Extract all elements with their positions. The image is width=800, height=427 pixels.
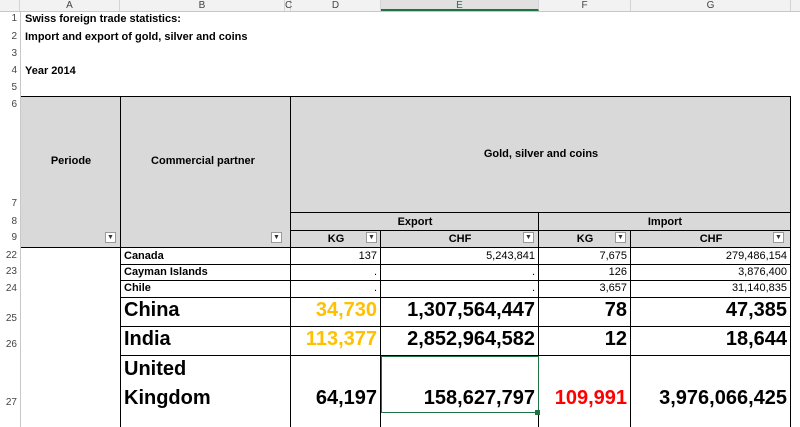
filter-dropdown-icon[interactable]: ▼ [615,232,626,243]
grid-line [121,297,791,298]
filter-dropdown-icon[interactable]: ▼ [271,232,282,243]
import-kg-cell[interactable]: 12 [539,328,627,351]
export-kg-cell[interactable]: 113,377 [291,328,377,351]
row-number[interactable]: 23 [0,265,20,279]
import-chf-cell[interactable]: 31,140,835 [631,282,787,294]
import-kg-cell[interactable]: 78 [539,299,627,322]
export-kg-cell[interactable]: . [291,282,377,294]
row-number[interactable]: 9 [0,231,20,245]
import-chf-header: CHF [699,233,723,245]
import-header: Import [647,216,683,228]
export-chf-cell[interactable]: 5,243,841 [381,250,535,262]
grid-line [121,264,791,265]
partner-cell[interactable]: Canada [124,250,284,262]
column-header-e[interactable]: E [381,0,539,11]
export-chf-cell[interactable]: . [381,282,535,294]
row-number[interactable]: 8 [0,215,20,229]
export-chf-cell[interactable]: 1,307,564,447 [381,299,535,322]
import-kg-cell[interactable]: 3,657 [539,282,627,294]
export-chf-cell[interactable]: . [381,266,535,278]
row-number[interactable]: 27 [0,396,20,410]
row-number[interactable]: 24 [0,282,20,296]
column-header-a[interactable]: A [20,0,120,11]
partner-cell-line-2[interactable]: Kingdom [124,387,284,410]
title-line-2: Import and export of gold, silver and co… [25,31,248,43]
header-rule [291,230,791,231]
partner-cell[interactable]: China [124,299,284,322]
row-number[interactable]: 3 [0,47,20,61]
year-label: Year 2014 [25,65,76,77]
row-number[interactable]: 7 [0,197,20,211]
import-kg-cell[interactable]: 7,675 [539,250,627,262]
fill-handle[interactable] [535,410,540,415]
partner-header: Commercial partner [151,155,255,167]
row-number[interactable]: 25 [0,312,20,326]
export-chf-cell[interactable]: 2,852,964,582 [381,328,535,351]
row-number[interactable]: 26 [0,338,20,352]
import-kg-cell[interactable]: 126 [539,266,627,278]
column-header-b[interactable]: B [120,0,285,11]
column-header-f[interactable]: F [539,0,631,11]
filter-dropdown-icon[interactable]: ▼ [105,232,116,243]
grid-line [120,248,121,427]
row-number[interactable]: 6 [0,98,20,112]
export-kg-cell[interactable]: 64,197 [291,387,377,410]
partner-cell[interactable]: Cayman Islands [124,266,284,278]
select-all-corner[interactable] [0,0,20,11]
export-header: Export [397,216,433,228]
grid-line [790,248,791,427]
row-number[interactable]: 1 [0,12,20,26]
import-kg-cell[interactable]: 109,991 [539,387,627,410]
group-header: Gold, silver and coins [483,148,599,160]
row-number[interactable]: 22 [0,249,20,263]
import-chf-cell[interactable]: 3,876,400 [631,266,787,278]
periode-header: Periode [50,155,92,167]
partner-cell[interactable]: India [124,328,284,351]
filter-dropdown-icon[interactable]: ▼ [773,232,784,243]
export-chf-header: CHF [448,233,472,245]
selected-cell[interactable]: 158,627,797 [381,356,539,413]
import-chf-cell[interactable]: 3,976,066,425 [631,387,787,410]
header-rule [21,247,791,248]
import-chf-cell[interactable]: 18,644 [631,328,787,351]
filter-dropdown-icon[interactable]: ▼ [523,232,534,243]
column-header-bar: A B C D E F G [0,0,800,12]
column-divider [790,96,791,248]
title-line-1: Swiss foreign trade statistics: [25,13,181,25]
row-number[interactable]: 4 [0,64,20,78]
partner-cell[interactable]: Chile [124,282,284,294]
column-header-g[interactable]: G [631,0,791,11]
filter-dropdown-icon[interactable]: ▼ [366,232,377,243]
column-divider [120,96,121,248]
import-chf-cell[interactable]: 47,385 [631,299,787,322]
export-kg-cell[interactable]: 34,730 [291,299,377,322]
grid-line [121,326,791,327]
export-kg-cell[interactable]: 137 [291,250,377,262]
row-number[interactable]: 5 [0,81,20,95]
export-kg-cell[interactable]: . [291,266,377,278]
grid-line [121,280,791,281]
header-rule [291,212,791,213]
import-chf-cell[interactable]: 279,486,154 [631,250,787,262]
row-number[interactable]: 2 [0,30,20,44]
column-header-d[interactable]: D [291,0,381,11]
partner-cell-line-1[interactable]: United [124,358,284,381]
